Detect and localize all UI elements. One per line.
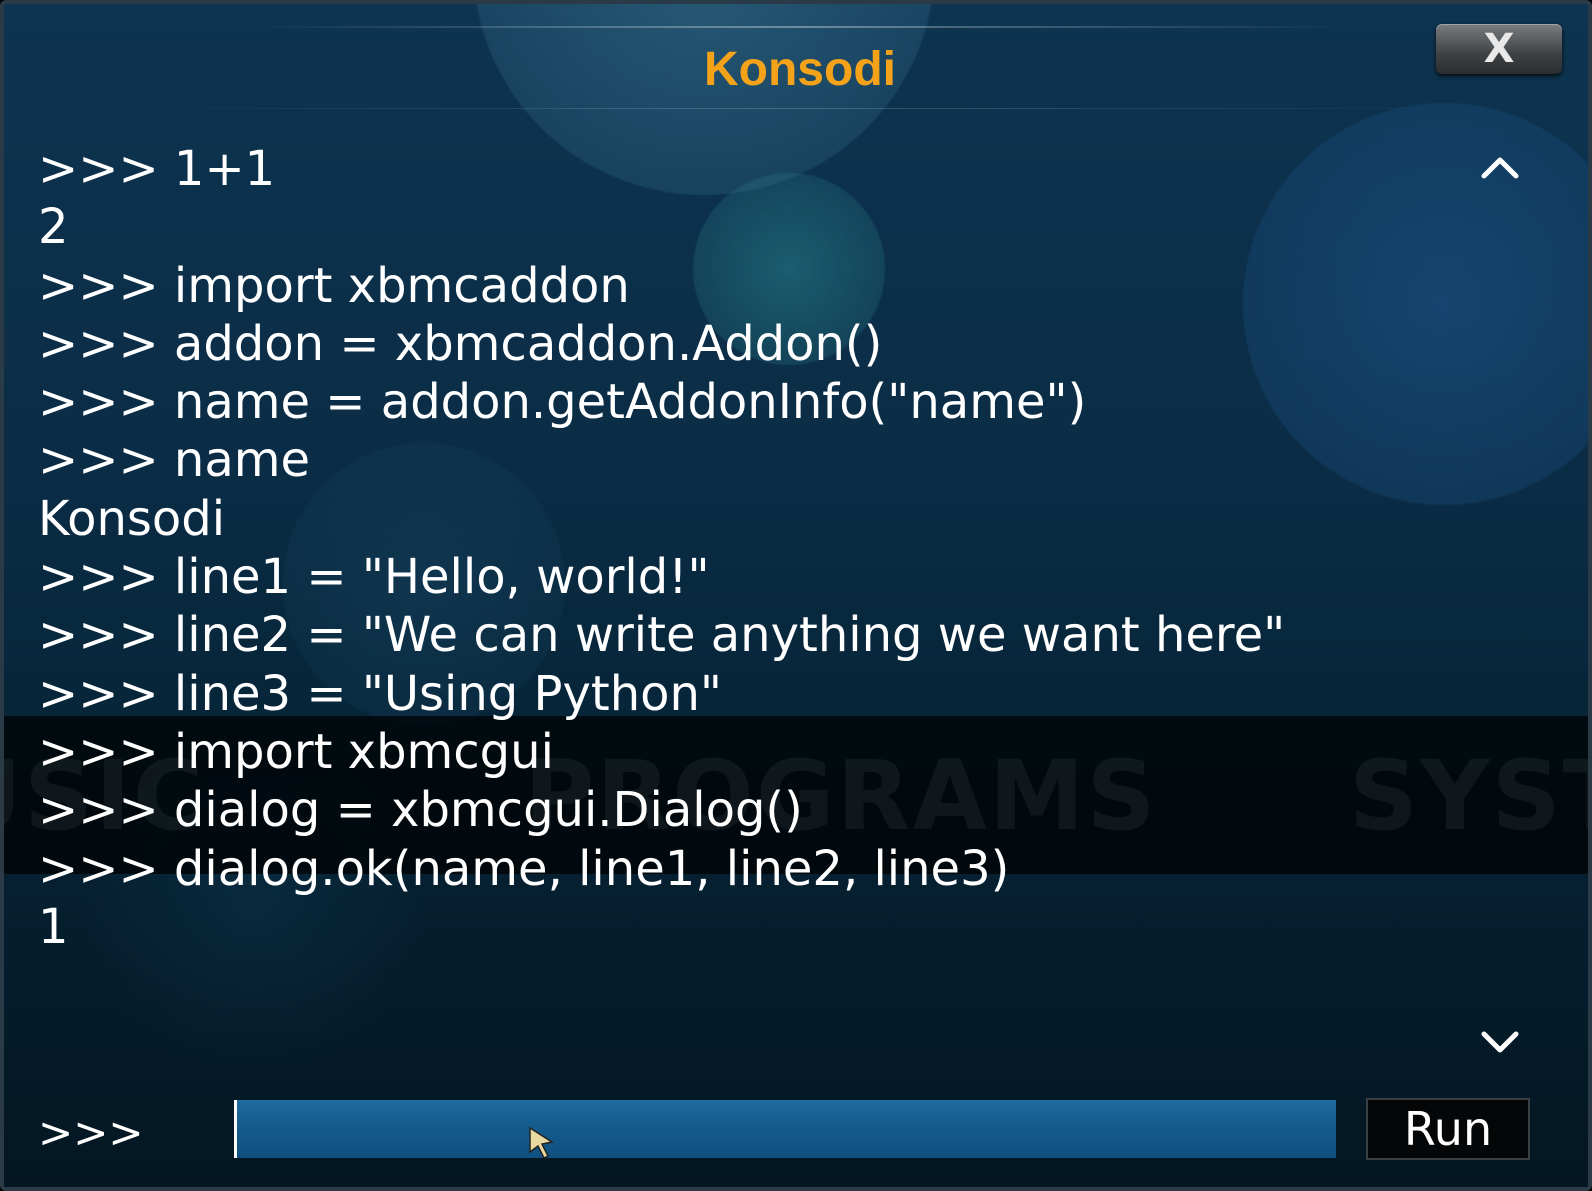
console-line: 2 bbox=[38, 199, 69, 256]
console-line: >>> name bbox=[38, 432, 311, 489]
input-prompt-label: >>> bbox=[38, 1108, 144, 1157]
console-line: Konsodi bbox=[38, 490, 226, 547]
konsodi-dialog: USIC PROGRAMS SYST Konsodi X >>> 1+1 2 >… bbox=[0, 0, 1592, 1191]
run-button[interactable]: Run bbox=[1366, 1098, 1530, 1160]
dialog-title: Konsodi bbox=[704, 43, 896, 96]
console-line: >>> import xbmcaddon bbox=[38, 257, 630, 314]
mouse-pointer-icon bbox=[529, 1126, 554, 1160]
console-line: >>> import xbmcgui bbox=[38, 723, 554, 780]
close-icon: X bbox=[1483, 26, 1515, 72]
console-line: >>> addon = xbmcaddon.Addon() bbox=[38, 315, 883, 372]
title-divider-bottom bbox=[124, 108, 1474, 109]
chevron-up-icon[interactable] bbox=[1478, 150, 1522, 184]
console-line: >>> name = addon.getAddonInfo("name") bbox=[38, 374, 1087, 431]
title-divider-top bbox=[244, 26, 1354, 28]
command-input[interactable] bbox=[234, 1100, 1336, 1158]
console-line: 1 bbox=[38, 898, 69, 955]
console-line: >>> dialog.ok(name, line1, line2, line3) bbox=[38, 840, 1010, 897]
console-line: >>> line1 = "Hello, world!" bbox=[38, 549, 710, 606]
console-line: >>> line3 = "Using Python" bbox=[38, 665, 722, 722]
chevron-down-icon[interactable] bbox=[1478, 1026, 1522, 1060]
console-line: >>> line2 = "We can write anything we wa… bbox=[38, 607, 1286, 664]
close-button[interactable]: X bbox=[1436, 24, 1562, 74]
console-line: >>> dialog = xbmcgui.Dialog() bbox=[38, 782, 803, 839]
console-line: >>> 1+1 bbox=[38, 141, 276, 197]
console-output[interactable]: >>> 1+1 2 >>> import xbmcaddon >>> addon… bbox=[38, 140, 1418, 960]
